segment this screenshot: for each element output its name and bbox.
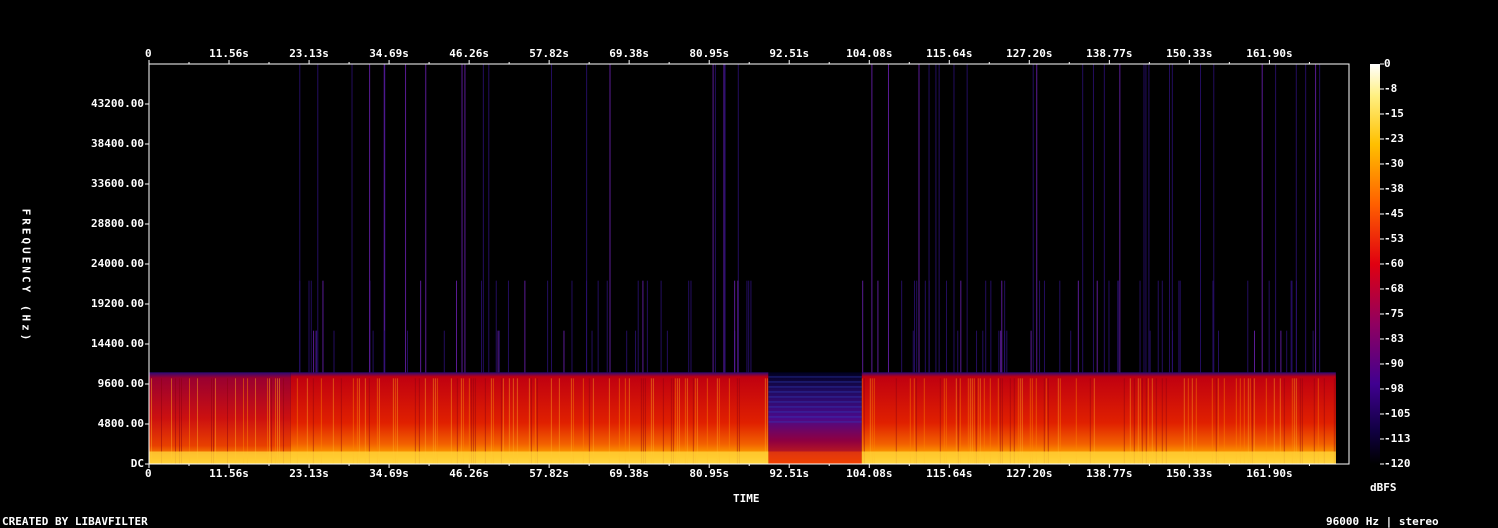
ripple-line <box>768 386 862 388</box>
colorbar-tick-label: -45 <box>1384 207 1404 220</box>
colorbar-tick-label: -105 <box>1384 407 1411 420</box>
ripple-line <box>768 406 862 408</box>
colorbar-tick-label: -83 <box>1384 332 1404 345</box>
x-tick-label-bottom: 34.69s <box>369 467 409 480</box>
low-frequency-band <box>290 451 769 464</box>
x-tick-label-bottom: 127.20s <box>1006 467 1053 480</box>
y-tick-label: DC <box>130 457 144 470</box>
y-tick-label: 9600.00 <box>97 377 144 390</box>
x-tick-label-bottom: 80.95s <box>689 467 730 480</box>
x-tick-label-top: 23.13s <box>289 47 329 60</box>
x-tick-label-top: 150.33s <box>1166 47 1213 60</box>
x-tick-label-top: 69.38s <box>609 47 649 60</box>
colorbar-tick-label: 0 <box>1384 57 1391 70</box>
spectrum-segment <box>768 372 862 464</box>
y-tick-label: 14400.00 <box>91 337 144 350</box>
x-axis-label: TIME <box>733 492 760 505</box>
x-tick-label-top: 92.51s <box>769 47 810 60</box>
x-tick-label-top: 0 <box>145 47 152 60</box>
x-tick-label-top: 138.77s <box>1086 47 1133 60</box>
ripple-line <box>768 411 862 413</box>
colorbar-tick-label: -53 <box>1384 232 1404 245</box>
colorbar-tick-label: -15 <box>1384 107 1404 120</box>
y-tick-label: 38400.00 <box>91 137 144 150</box>
x-tick-label-bottom: 150.33s <box>1166 467 1213 480</box>
x-tick-label-top: 104.08s <box>846 47 893 60</box>
x-tick-label-bottom: 0 <box>145 467 152 480</box>
x-tick-label-top: 46.26s <box>449 47 489 60</box>
x-tick-label-top: 57.82s <box>529 47 569 60</box>
x-tick-label-bottom: 46.26s <box>449 467 489 480</box>
spectrogram-plot-area <box>149 64 1336 464</box>
x-tick-label-bottom: 57.82s <box>529 467 569 480</box>
ripple-line <box>768 416 862 418</box>
colorbar-tick-label: -113 <box>1384 432 1411 445</box>
footer-info: 96000 Hz | stereo <box>1326 515 1439 528</box>
y-axis-label: FREQUENCY (Hz) <box>19 208 33 344</box>
ripple-line <box>768 376 862 378</box>
ripple-line <box>768 396 862 398</box>
x-tick-label-bottom: 11.56s <box>209 467 249 480</box>
x-tick-label-bottom: 104.08s <box>846 467 893 480</box>
colorbar-tick-label: -68 <box>1384 282 1404 295</box>
ripple-line <box>768 381 862 383</box>
colorbar-tick-label: -30 <box>1384 157 1404 170</box>
colorbar-tick-label: -120 <box>1384 457 1411 470</box>
x-tick-label-bottom: 138.77s <box>1086 467 1133 480</box>
spectrogram-chart <box>145 60 1384 468</box>
y-tick-label: 4800.00 <box>97 417 144 430</box>
colorbar-tick-label: -98 <box>1384 382 1404 395</box>
y-tick-label: 43200.00 <box>91 97 144 110</box>
low-frequency-band <box>861 451 1336 464</box>
colorbar-tick-label: -90 <box>1384 357 1404 370</box>
x-tick-label-bottom: 115.64s <box>926 467 973 480</box>
transient-lines <box>299 64 1321 373</box>
x-tick-label-top: 34.69s <box>369 47 409 60</box>
colorbar-tick-label: -75 <box>1384 307 1404 320</box>
ripple-line <box>768 391 862 393</box>
x-tick-label-top: 127.20s <box>1006 47 1053 60</box>
x-tick-label-bottom: 69.38s <box>609 467 649 480</box>
spectrum-segment <box>861 372 1336 464</box>
ripple-line <box>768 401 862 403</box>
x-tick-label-top: 80.95s <box>689 47 730 60</box>
colorbar-tick-label: -8 <box>1384 82 1398 95</box>
colorbar <box>1370 64 1380 464</box>
x-tick-label-top: 11.56s <box>209 47 249 60</box>
x-tick-label-bottom: 23.13s <box>289 467 329 480</box>
colorbar-tick-label: -23 <box>1384 132 1404 145</box>
y-tick-label: 19200.00 <box>91 297 144 310</box>
low-frequency-band <box>149 451 291 464</box>
x-tick-label-bottom: 92.51s <box>769 467 810 480</box>
x-tick-label-bottom: 161.90s <box>1246 467 1293 480</box>
y-tick-label: 24000.00 <box>91 257 144 270</box>
x-tick-label-top: 115.64s <box>926 47 973 60</box>
x-tick-label-top: 161.90s <box>1246 47 1293 60</box>
colorbar-tick-label: -38 <box>1384 182 1404 195</box>
y-tick-label: 28800.00 <box>91 217 144 230</box>
footer-credit: CREATED BY LIBAVFILTER <box>2 515 148 528</box>
ripple-line <box>768 421 862 423</box>
colorbar-label: dBFS <box>1370 481 1397 494</box>
low-frequency-band <box>768 451 862 464</box>
colorbar-tick-label: -60 <box>1384 257 1404 270</box>
y-tick-label: 33600.00 <box>91 177 144 190</box>
